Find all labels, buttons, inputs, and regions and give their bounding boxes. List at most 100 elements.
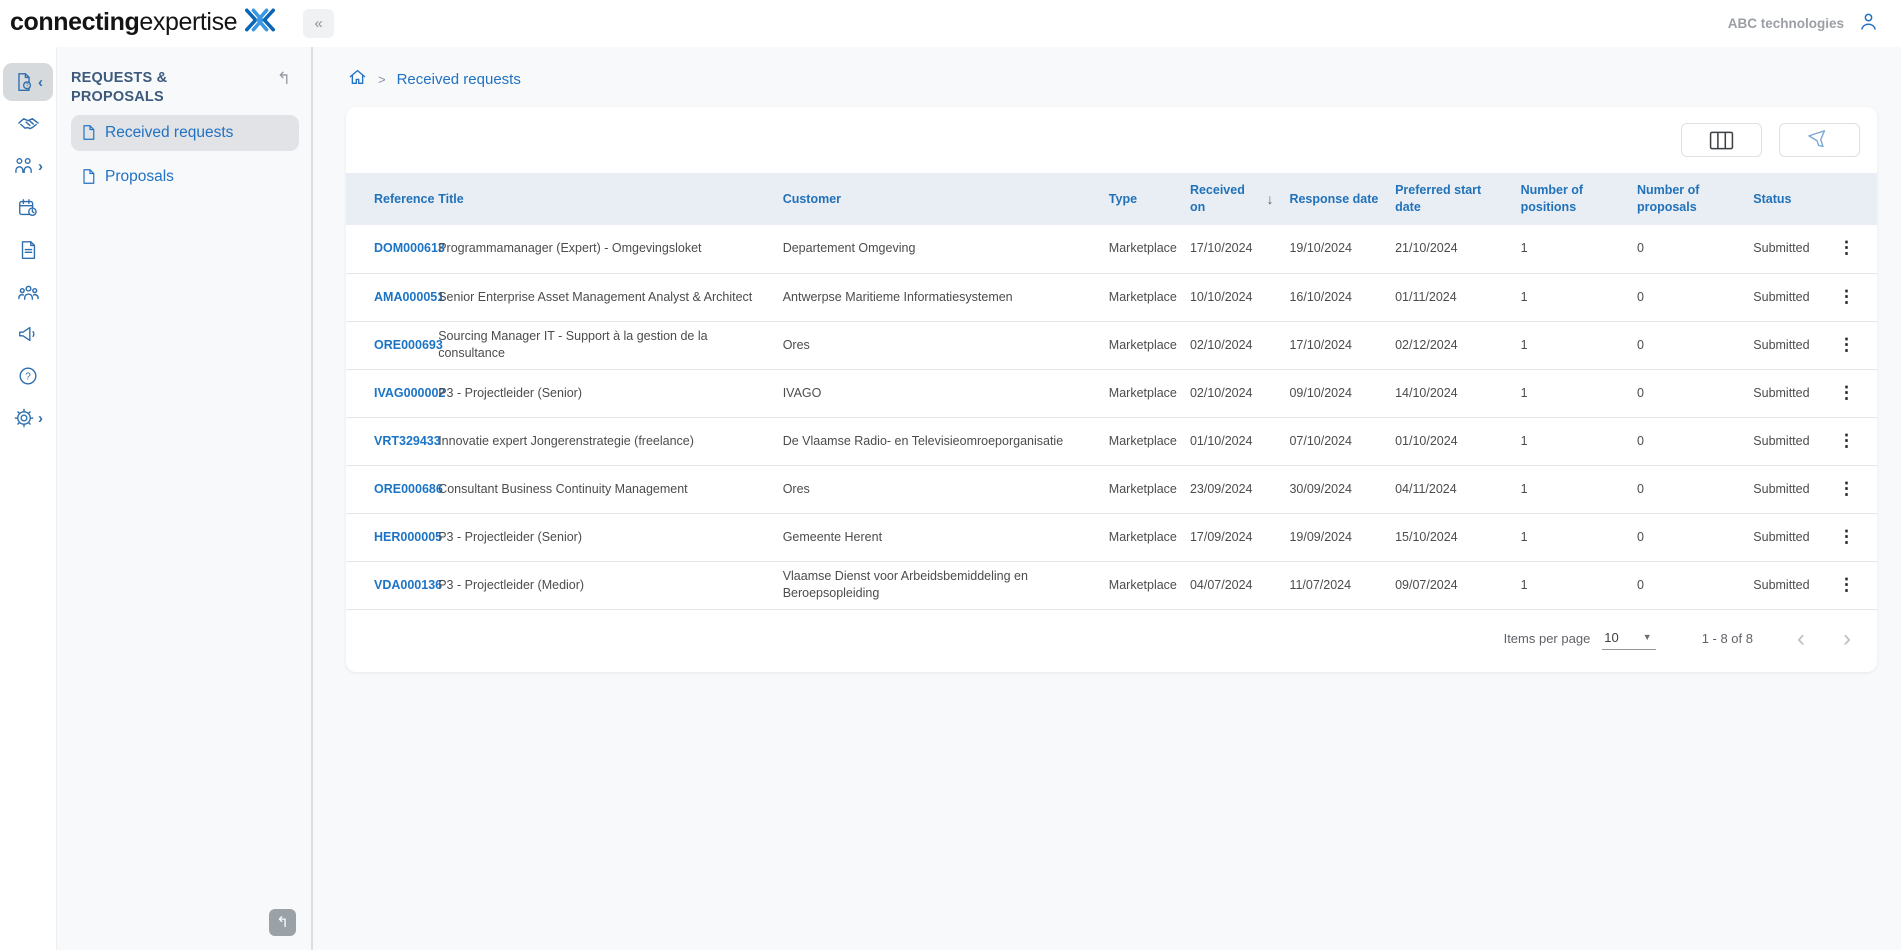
column-header-actions <box>1829 173 1877 225</box>
request-document-icon: ? <box>13 71 35 93</box>
cell-customer: Vlaamse Dienst voor Arbeidsbemiddeling e… <box>775 561 1101 609</box>
filter-button[interactable] <box>1779 123 1860 157</box>
column-header-title[interactable]: Title <box>430 173 774 225</box>
reference-link[interactable]: VRT329433 <box>374 434 441 448</box>
chevron-left-icon: ‹ <box>38 75 43 90</box>
column-header-label: Received on <box>1190 182 1259 216</box>
logo-text-regular: expertise <box>139 8 237 37</box>
column-header-number-of-positions[interactable]: Number of positions <box>1513 173 1629 225</box>
cell-reference: DOM000613 <box>346 225 430 273</box>
cell-reference: IVAG000002 <box>346 369 430 417</box>
cell-number-of-positions: 1 <box>1513 561 1629 609</box>
sidebar-item-proposals[interactable]: Proposals <box>71 159 299 195</box>
column-header-reference[interactable]: Reference <box>346 173 430 225</box>
cell-number-of-proposals: 0 <box>1629 465 1745 513</box>
sort-descending-icon[interactable]: ↓ <box>1266 190 1273 209</box>
cell-type: Marketplace <box>1101 369 1182 417</box>
row-actions-kebab-icon[interactable]: ⋮ <box>1838 431 1855 450</box>
cell-reference: VDA000136 <box>346 561 430 609</box>
status-value: Submitted <box>1745 561 1829 609</box>
cell-title: P3 - Projectleider (Senior) <box>430 369 774 417</box>
row-actions-kebab-icon[interactable]: ⋮ <box>1838 527 1855 546</box>
pagination: Items per page 10 ▼ 1 - 8 of 8 ‹ › <box>346 610 1877 672</box>
row-actions-kebab-icon[interactable]: ⋮ <box>1838 479 1855 498</box>
cell-number-of-proposals: 0 <box>1629 561 1745 609</box>
reference-link[interactable]: DOM000613 <box>374 241 445 255</box>
reference-link[interactable]: AMA000051 <box>374 290 444 304</box>
column-header-preferred-start-date[interactable]: Preferred start date <box>1387 173 1513 225</box>
table-toolbar <box>346 121 1877 173</box>
column-header-response-date[interactable]: Response date <box>1281 173 1387 225</box>
breadcrumb: > Received requests <box>346 47 1877 107</box>
table-row: VDA000136 P3 - Projectleider (Medior) Vl… <box>346 561 1877 609</box>
previous-page-button[interactable]: ‹ <box>1797 627 1805 651</box>
rail-item-people[interactable] <box>3 273 53 311</box>
cell-received-on: 10/10/2024 <box>1182 273 1282 321</box>
logo-text-bold: connecting <box>10 8 139 37</box>
column-header-type[interactable]: Type <box>1101 173 1182 225</box>
status-value: Submitted <box>1745 513 1829 561</box>
cell-preferred-start-date: 14/10/2024 <box>1387 369 1513 417</box>
reference-link[interactable]: ORE000693 <box>374 338 443 352</box>
reference-link[interactable]: IVAG000002 <box>374 386 445 400</box>
column-header-customer[interactable]: Customer <box>775 173 1101 225</box>
handshake-icon <box>17 113 40 136</box>
account-area[interactable]: ABC technologies <box>1728 0 1879 47</box>
rail-item-partnerships[interactable] <box>3 105 53 143</box>
row-actions-kebab-icon[interactable]: ⋮ <box>1838 575 1855 594</box>
chevron-right-icon: › <box>38 411 43 426</box>
cell-type: Marketplace <box>1101 513 1182 561</box>
page-size-select[interactable]: 10 ▼ <box>1602 628 1655 650</box>
status-value: Submitted <box>1745 225 1829 273</box>
sidebar-item-received-requests[interactable]: Received requests <box>71 115 299 151</box>
calendar-clock-icon <box>17 197 39 219</box>
cell-title: P3 - Projectleider (Senior) <box>430 513 774 561</box>
status-value: Submitted <box>1745 321 1829 369</box>
row-actions-kebab-icon[interactable]: ⋮ <box>1838 287 1855 306</box>
cell-number-of-proposals: 0 <box>1629 273 1745 321</box>
panel-return-button[interactable]: ↰ <box>269 909 296 936</box>
reference-link[interactable]: ORE000686 <box>374 482 443 496</box>
reference-link[interactable]: HER000005 <box>374 530 442 544</box>
megaphone-icon <box>17 323 39 345</box>
cell-response-date: 11/07/2024 <box>1281 561 1387 609</box>
column-header-number-of-proposals[interactable]: Number of proposals <box>1629 173 1745 225</box>
cell-preferred-start-date: 21/10/2024 <box>1387 225 1513 273</box>
row-actions-kebab-icon[interactable]: ⋮ <box>1838 335 1855 354</box>
rail-item-planning[interactable] <box>3 189 53 227</box>
rail-item-contracts[interactable] <box>3 231 53 269</box>
cell-number-of-proposals: 0 <box>1629 369 1745 417</box>
cell-received-on: 17/09/2024 <box>1182 513 1282 561</box>
row-actions-kebab-icon[interactable]: ⋮ <box>1838 383 1855 402</box>
people-group-icon <box>17 281 40 304</box>
cell-number-of-proposals: 0 <box>1629 513 1745 561</box>
row-actions-kebab-icon[interactable]: ⋮ <box>1838 238 1855 257</box>
next-page-button[interactable]: › <box>1843 627 1851 651</box>
cell-title: Programmamanager (Expert) - Omgevingslok… <box>430 225 774 273</box>
rail-item-candidates[interactable]: › <box>3 147 53 185</box>
column-header-received-on[interactable]: Received on ↓ <box>1182 173 1282 225</box>
cell-title: Consultant Business Continuity Managemen… <box>430 465 774 513</box>
home-icon[interactable] <box>348 68 367 90</box>
breadcrumb-current[interactable]: Received requests <box>397 71 521 88</box>
table-row: AMA000051 Senior Enterprise Asset Manage… <box>346 273 1877 321</box>
rail-item-announcements[interactable] <box>3 315 53 353</box>
cell-title: P3 - Projectleider (Medior) <box>430 561 774 609</box>
requests-table-card: Reference Title Customer Type Received o… <box>346 107 1877 672</box>
account-name: ABC technologies <box>1728 16 1844 31</box>
cell-customer: Antwerpse Maritieme Informatiesystemen <box>775 273 1101 321</box>
return-arrow-icon[interactable]: ↰ <box>277 69 291 89</box>
rail-item-settings[interactable]: › <box>3 399 53 437</box>
svg-text:?: ? <box>25 372 31 383</box>
column-header-status[interactable]: Status <box>1745 173 1829 225</box>
rail-item-help[interactable]: ? <box>3 357 53 395</box>
cell-response-date: 07/10/2024 <box>1281 417 1387 465</box>
columns-button[interactable] <box>1681 123 1762 157</box>
reference-link[interactable]: VDA000136 <box>374 578 442 592</box>
user-icon[interactable] <box>1858 11 1879 37</box>
cell-response-date: 19/10/2024 <box>1281 225 1387 273</box>
rail-item-requests-proposals[interactable]: ? ‹ <box>3 63 53 101</box>
cell-customer: Departement Omgeving <box>775 225 1101 273</box>
gear-icon <box>13 407 35 429</box>
sidebar-collapse-button[interactable]: « <box>303 9 334 38</box>
